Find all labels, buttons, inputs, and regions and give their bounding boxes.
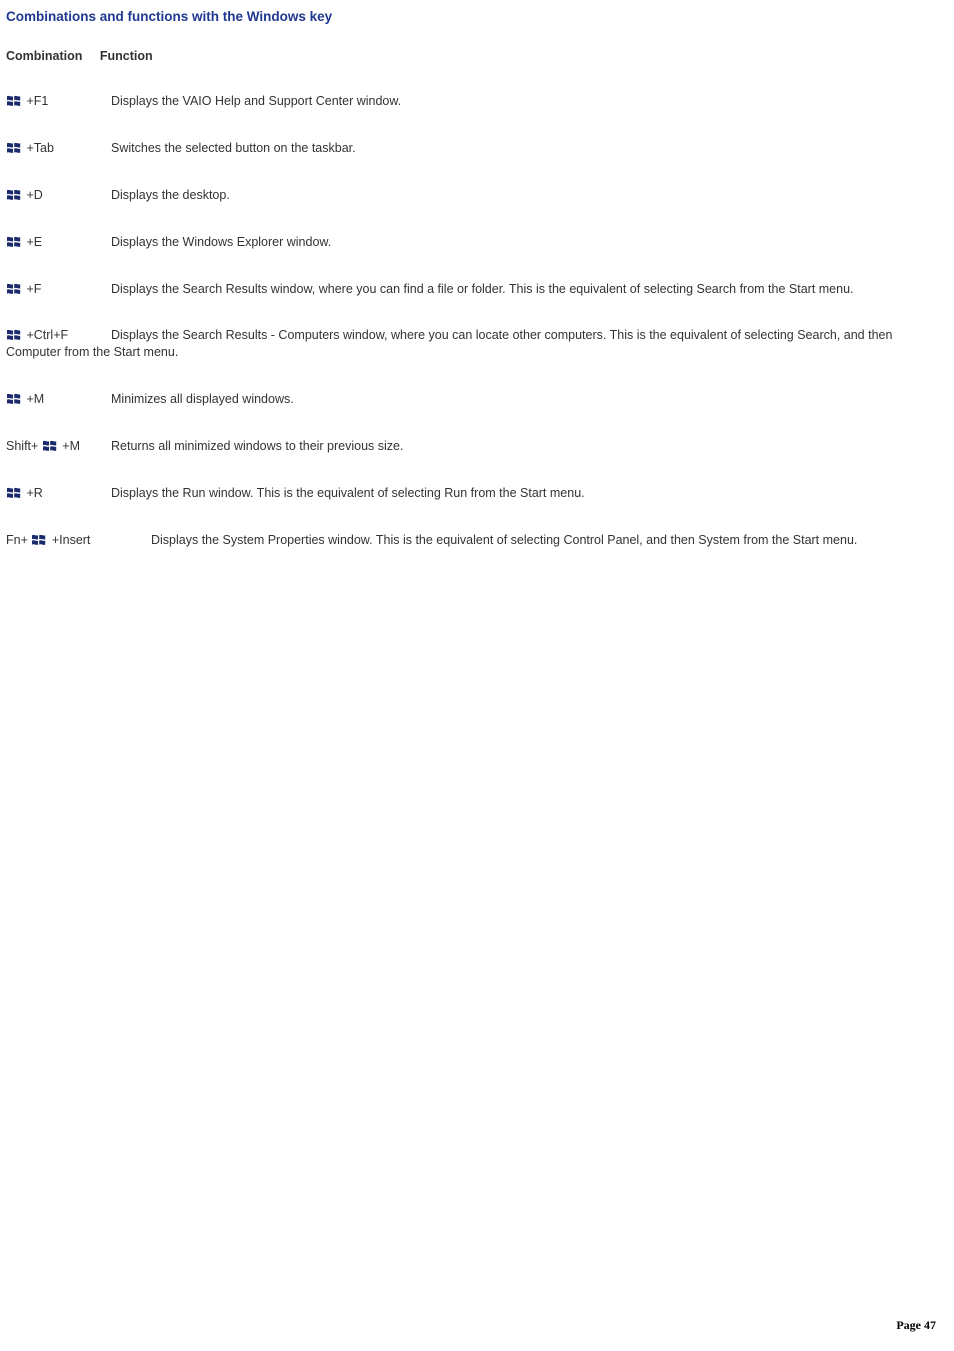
windows-key-icon [42,439,58,453]
combination-cell: +M [6,391,111,408]
key-suffix: +Tab [23,141,54,155]
page-label: Page [896,1318,921,1332]
key-suffix: +R [23,486,43,500]
combination-cell: +F [6,281,111,298]
table-row: +D Displays the desktop. [6,187,948,204]
windows-key-icon [6,94,22,108]
function-cell: Displays the System Properties window. T… [151,533,857,547]
column-header-combination: Combination [6,48,82,65]
key-suffix: +F [23,282,41,296]
combination-cell: +R [6,485,111,502]
table-row: +M Minimizes all displayed windows. [6,391,948,408]
key-suffix: +Ctrl+F [23,328,68,342]
function-cell: Displays the Run window. This is the equ… [111,486,585,500]
function-cell: Returns all minimized windows to their p… [111,439,403,453]
combination-cell: +E [6,234,111,251]
combination-cell: Shift+ +M [6,438,111,455]
key-suffix: +F1 [23,94,48,108]
windows-key-icon [6,235,22,249]
page-number: Page 47 [896,1317,936,1333]
table-row: +Ctrl+FDisplays the Search Results - Com… [6,327,948,361]
key-suffix: +M [23,392,44,406]
windows-key-icon [6,282,22,296]
combination-cell: +D [6,187,111,204]
windows-key-icon [6,141,22,155]
combination-cell: Fn+ +Insert [6,532,151,549]
function-cell: Displays the VAIO Help and Support Cente… [111,94,401,108]
function-cell: Switches the selected button on the task… [111,141,356,155]
windows-key-icon [6,486,22,500]
combination-cell: +Tab [6,140,111,157]
function-cell: Displays the Search Results window, wher… [111,282,854,296]
table-row: Fn+ +InsertDisplays the System Propertie… [6,532,948,549]
function-cell: Minimizes all displayed windows. [111,392,294,406]
table-row: +R Displays the Run window. This is the e… [6,485,948,502]
windows-key-icon [31,533,47,547]
table-row: +F1 Displays the VAIO Help and Support Ce… [6,93,948,110]
key-suffix: +Insert [48,533,90,547]
table-row: +Tab Switches the selected button on the … [6,140,948,157]
combination-cell: +Ctrl+F [6,327,111,344]
table-header: Combination Function [6,48,948,65]
windows-key-icon [6,188,22,202]
section-title: Combinations and functions with the Wind… [6,8,948,26]
key-suffix: +D [23,188,43,202]
function-cell: Displays the Windows Explorer window. [111,235,331,249]
key-suffix: +E [23,235,42,249]
function-cell: Displays the Search Results - Computers … [6,328,892,359]
page-no: 47 [924,1318,936,1332]
windows-key-icon [6,328,22,342]
windows-key-icon [6,392,22,406]
table-row: Shift+ +MReturns all minimized windows t… [6,438,948,455]
table-row: +E Displays the Windows Explorer window. [6,234,948,251]
table-row: +F Displays the Search Results window, wh… [6,281,948,298]
combination-cell: +F1 [6,93,111,110]
key-suffix: +M [59,439,80,453]
function-cell: Displays the desktop. [111,188,230,202]
column-header-function: Function [100,48,153,65]
